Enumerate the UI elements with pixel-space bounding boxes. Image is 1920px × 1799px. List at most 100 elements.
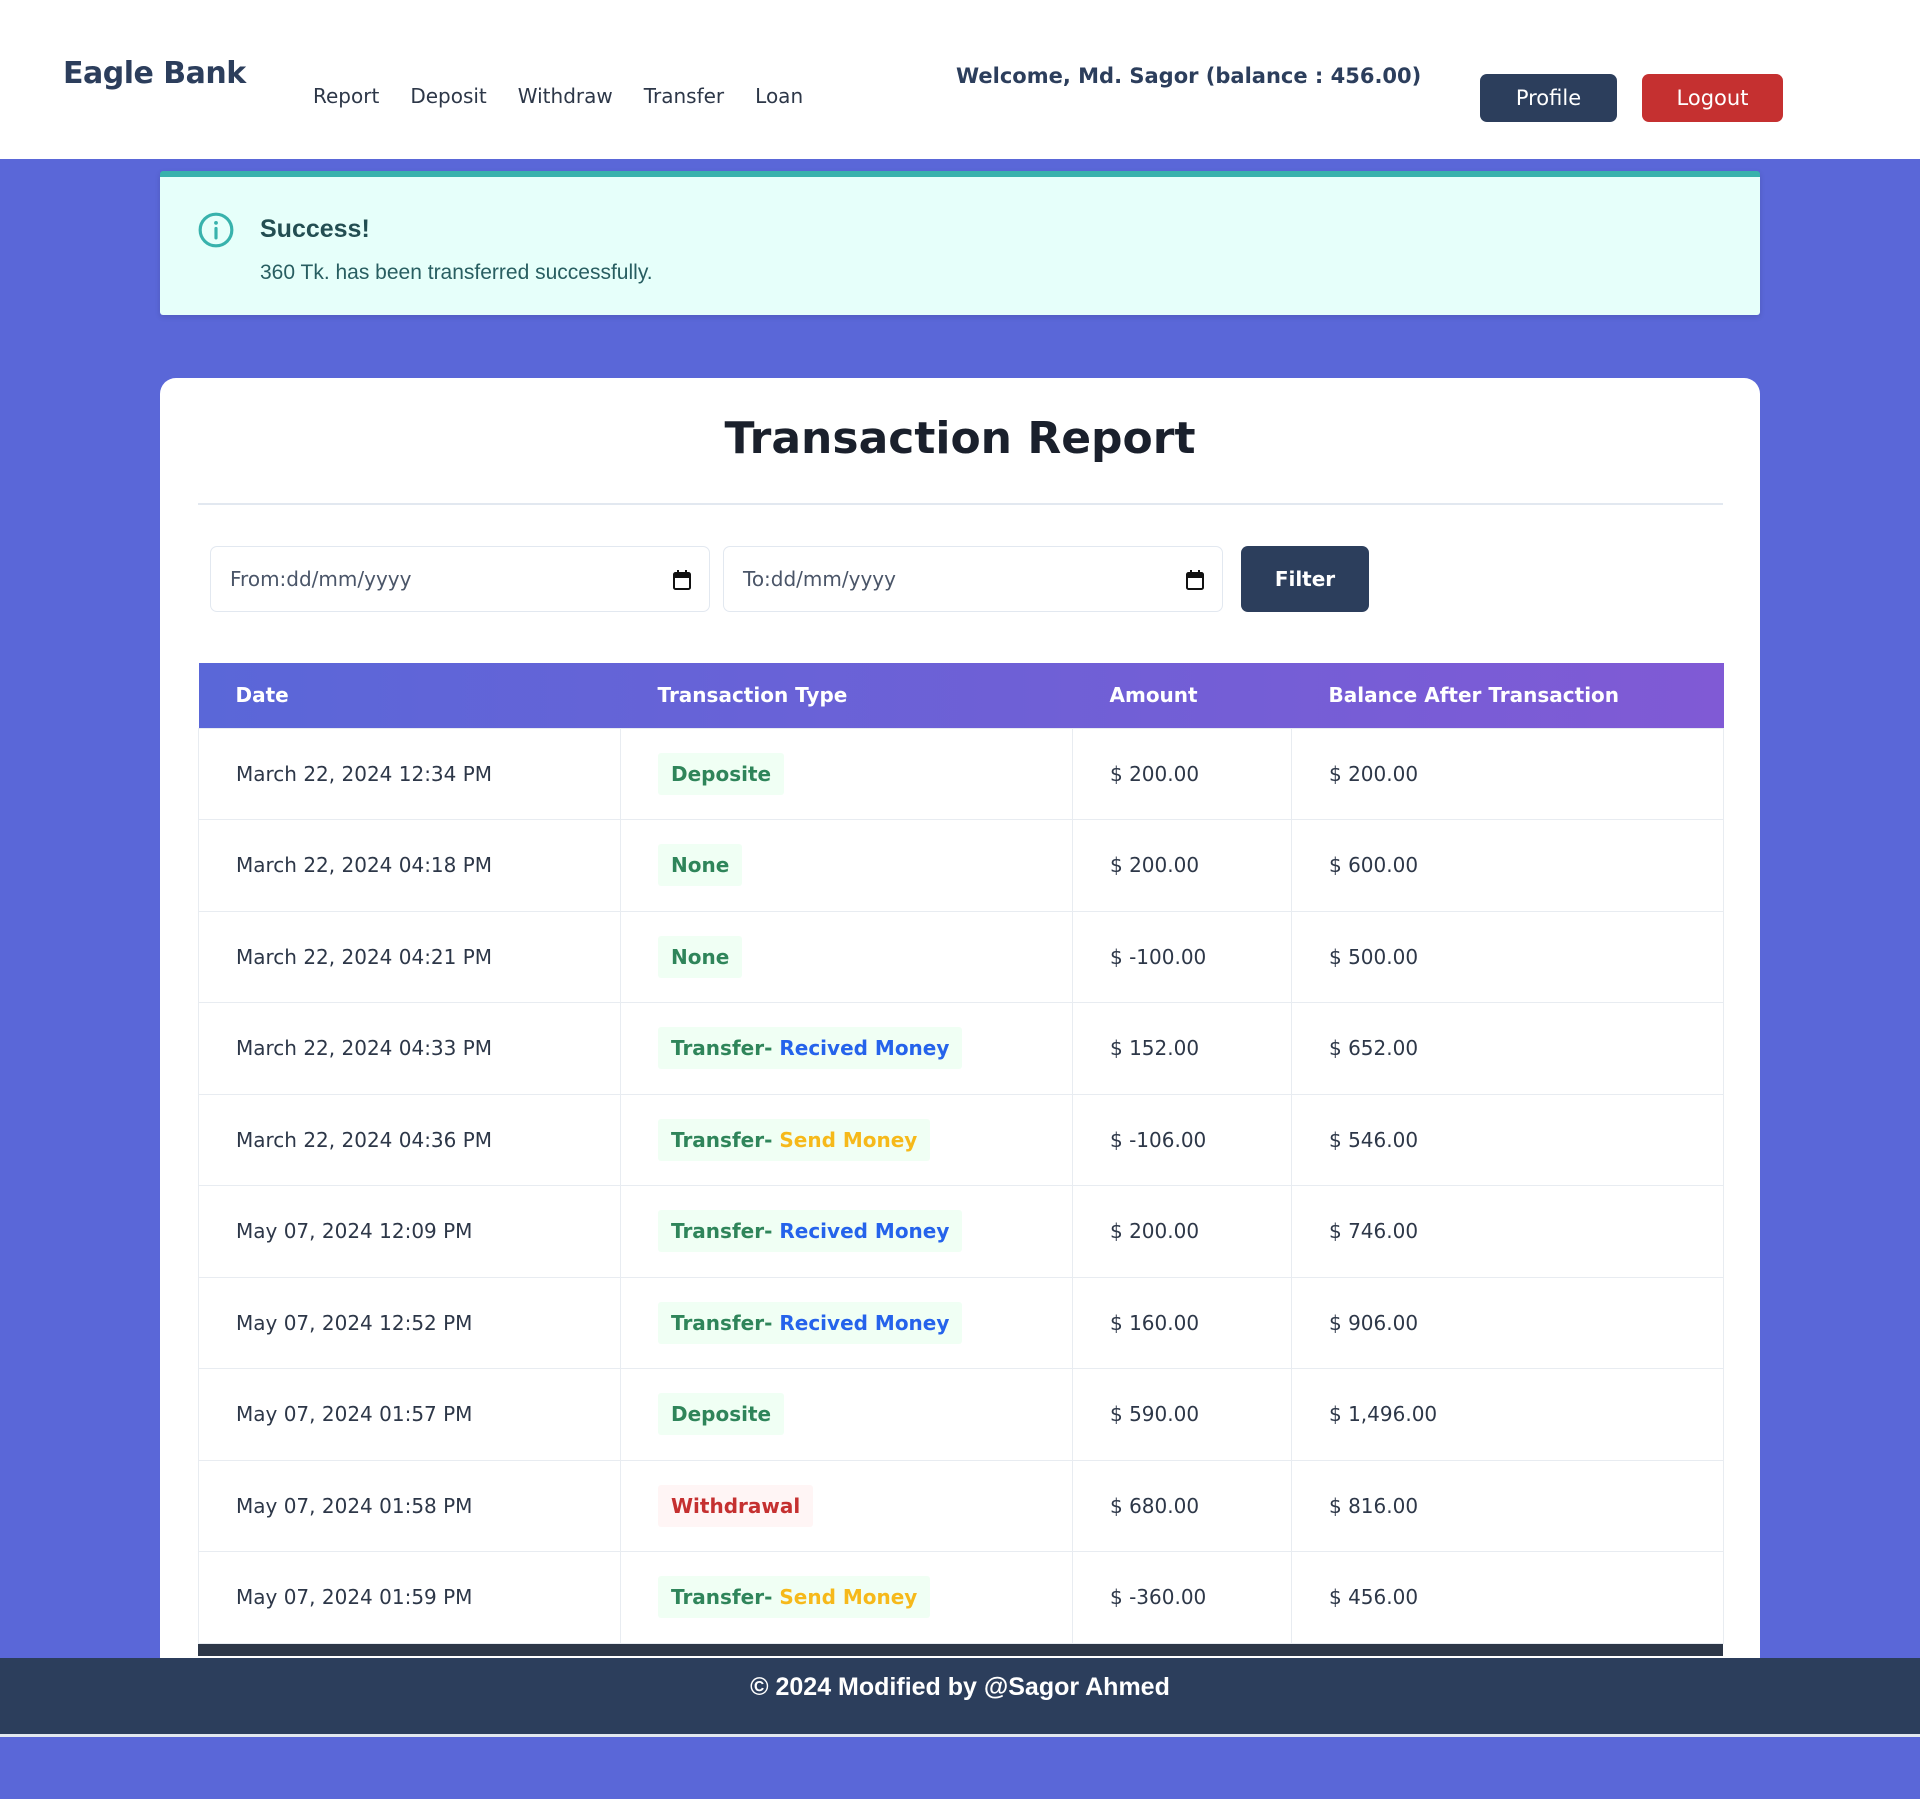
type-label: Deposite bbox=[671, 761, 772, 786]
transaction-table-wrap: Date Transaction Type Amount Balance Aft… bbox=[198, 663, 1724, 1656]
table-footer-bar bbox=[198, 1643, 1723, 1656]
cell-type: Transfer- Recived Money bbox=[620, 1002, 1073, 1095]
type-label: Transfer- bbox=[671, 1127, 773, 1152]
calendar-icon[interactable] bbox=[1185, 569, 1205, 591]
welcome-text: Welcome, Md. Sagor (balance : 456.00) bbox=[956, 64, 1422, 88]
cell-balance: $ 456.00 bbox=[1291, 1551, 1724, 1644]
nav-loan[interactable]: Loan bbox=[755, 84, 803, 108]
cell-balance: $ 1,496.00 bbox=[1291, 1368, 1724, 1461]
cell-amount: $ -360.00 bbox=[1072, 1551, 1292, 1644]
cell-amount: $ 200.00 bbox=[1072, 819, 1292, 912]
navbar: Eagle Bank Report Deposit Withdraw Trans… bbox=[0, 0, 1920, 159]
table-row: May 07, 2024 01:57 PM Deposite $ 590.00 $ 1… bbox=[198, 1368, 1724, 1461]
table-header: Date Transaction Type Amount Balance Aft… bbox=[198, 663, 1724, 728]
type-badge: Withdrawal bbox=[658, 1484, 814, 1527]
cell-balance: $ 500.00 bbox=[1291, 910, 1724, 1003]
cell-date: May 07, 2024 01:59 PM bbox=[198, 1551, 621, 1644]
table-row: March 22, 2024 04:18 PM None $ 200.00 $ 600… bbox=[198, 819, 1724, 912]
cell-type: Transfer- Recived Money bbox=[620, 1185, 1073, 1278]
cell-balance: $ 546.00 bbox=[1291, 1093, 1724, 1186]
logout-button[interactable]: Logout bbox=[1642, 74, 1783, 122]
success-alert: Success! 360 Tk. has been transferred su… bbox=[160, 171, 1760, 315]
footer-divider bbox=[0, 1734, 1920, 1737]
cell-date: March 22, 2024 04:33 PM bbox=[198, 1002, 621, 1095]
cell-type: Deposite bbox=[620, 1368, 1073, 1461]
cell-type: Transfer- Send Money bbox=[620, 1551, 1073, 1644]
table-body: March 22, 2024 12:34 PM Deposite $ 200.00 $… bbox=[198, 727, 1724, 1644]
info-icon bbox=[198, 212, 234, 248]
to-date-input[interactable]: To:dd/mm/yyyy bbox=[723, 546, 1223, 612]
cell-date: May 07, 2024 12:52 PM bbox=[198, 1276, 621, 1369]
to-date-placeholder: To:dd/mm/yyyy bbox=[743, 567, 896, 591]
table-row: May 07, 2024 12:52 PM Transfer- Recived M… bbox=[198, 1276, 1724, 1369]
from-date-placeholder: From:dd/mm/yyyy bbox=[230, 567, 412, 591]
page-title: Transaction Report bbox=[724, 413, 1196, 464]
calendar-icon[interactable] bbox=[672, 569, 692, 591]
type-suffix: Send Money bbox=[779, 1585, 918, 1610]
cell-type: None bbox=[620, 819, 1073, 912]
type-badge: Transfer- Recived Money bbox=[658, 1027, 963, 1070]
alert-title: Success! bbox=[260, 215, 370, 243]
table-row: March 22, 2024 04:21 PM None $ -100.00 $ 50… bbox=[198, 910, 1724, 1003]
cell-date: March 22, 2024 12:34 PM bbox=[198, 727, 621, 820]
type-badge: Transfer- Send Money bbox=[658, 1576, 931, 1619]
table-row: May 07, 2024 01:58 PM Withdrawal $ 680.00 $… bbox=[198, 1459, 1724, 1552]
table-row: March 22, 2024 04:33 PM Transfer- Recived… bbox=[198, 1002, 1724, 1095]
cell-amount: $ -106.00 bbox=[1072, 1093, 1292, 1186]
cell-balance: $ 652.00 bbox=[1291, 1002, 1724, 1095]
filter-button[interactable]: Filter bbox=[1241, 546, 1369, 612]
table-row: May 07, 2024 01:59 PM Transfer- Send Mone… bbox=[198, 1551, 1724, 1644]
col-type: Transaction Type bbox=[657, 683, 848, 708]
cell-balance: $ 746.00 bbox=[1291, 1185, 1724, 1278]
col-amount: Amount bbox=[1109, 683, 1198, 708]
brand-logo[interactable]: Eagle Bank bbox=[63, 56, 246, 91]
type-label: Transfer- bbox=[671, 1036, 773, 1061]
nav-transfer[interactable]: Transfer bbox=[644, 84, 724, 108]
cell-date: March 22, 2024 04:18 PM bbox=[198, 819, 621, 912]
cell-date: March 22, 2024 04:36 PM bbox=[198, 1093, 621, 1186]
cell-date: March 22, 2024 04:21 PM bbox=[198, 910, 621, 1003]
cell-date: May 07, 2024 01:57 PM bbox=[198, 1368, 621, 1461]
col-date: Date bbox=[235, 683, 289, 708]
profile-button[interactable]: Profile bbox=[1480, 74, 1617, 122]
cell-balance: $ 200.00 bbox=[1291, 727, 1724, 820]
type-label: Withdrawal bbox=[671, 1493, 801, 1518]
type-badge: Transfer- Recived Money bbox=[658, 1210, 963, 1253]
alert-message: 360 Tk. has been transferred successfull… bbox=[260, 261, 653, 284]
table-row: March 22, 2024 04:36 PM Transfer- Send Mo… bbox=[198, 1093, 1724, 1186]
type-label: Deposite bbox=[671, 1402, 772, 1427]
cell-amount: $ 152.00 bbox=[1072, 1002, 1292, 1095]
type-badge: Transfer- Send Money bbox=[658, 1118, 931, 1161]
nav-withdraw[interactable]: Withdraw bbox=[518, 84, 613, 108]
cell-date: May 07, 2024 12:09 PM bbox=[198, 1185, 621, 1278]
cell-balance: $ 816.00 bbox=[1291, 1459, 1724, 1552]
type-label: Transfer- bbox=[671, 1219, 773, 1244]
cell-balance: $ 906.00 bbox=[1291, 1276, 1724, 1369]
cell-amount: $ -100.00 bbox=[1072, 910, 1292, 1003]
table-row: March 22, 2024 12:34 PM Deposite $ 200.00 $… bbox=[198, 727, 1724, 820]
type-suffix: Recived Money bbox=[779, 1219, 950, 1244]
type-label: None bbox=[671, 853, 730, 878]
cell-type: Transfer- Send Money bbox=[620, 1093, 1073, 1186]
divider bbox=[198, 503, 1723, 505]
col-balance: Balance After Transaction bbox=[1328, 683, 1620, 708]
cell-type: Deposite bbox=[620, 727, 1073, 820]
cell-amount: $ 200.00 bbox=[1072, 1185, 1292, 1278]
type-badge: None bbox=[658, 935, 743, 978]
nav-deposit[interactable]: Deposit bbox=[410, 84, 486, 108]
cell-amount: $ 200.00 bbox=[1072, 727, 1292, 820]
type-badge: Transfer- Recived Money bbox=[658, 1301, 963, 1344]
cell-type: Withdrawal bbox=[620, 1459, 1073, 1552]
type-suffix: Recived Money bbox=[779, 1036, 950, 1061]
type-label: Transfer- bbox=[671, 1585, 773, 1610]
nav-report[interactable]: Report bbox=[313, 84, 379, 108]
cell-type: Transfer- Recived Money bbox=[620, 1276, 1073, 1369]
from-date-input[interactable]: From:dd/mm/yyyy bbox=[210, 546, 710, 612]
cell-amount: $ 160.00 bbox=[1072, 1276, 1292, 1369]
footer: © 2024 Modified by @Sagor Ahmed bbox=[0, 1658, 1920, 1734]
cell-balance: $ 600.00 bbox=[1291, 819, 1724, 912]
type-suffix: Send Money bbox=[779, 1127, 918, 1152]
type-suffix: Recived Money bbox=[779, 1310, 950, 1335]
table-row: May 07, 2024 12:09 PM Transfer- Recived M… bbox=[198, 1185, 1724, 1278]
cell-type: None bbox=[620, 910, 1073, 1003]
